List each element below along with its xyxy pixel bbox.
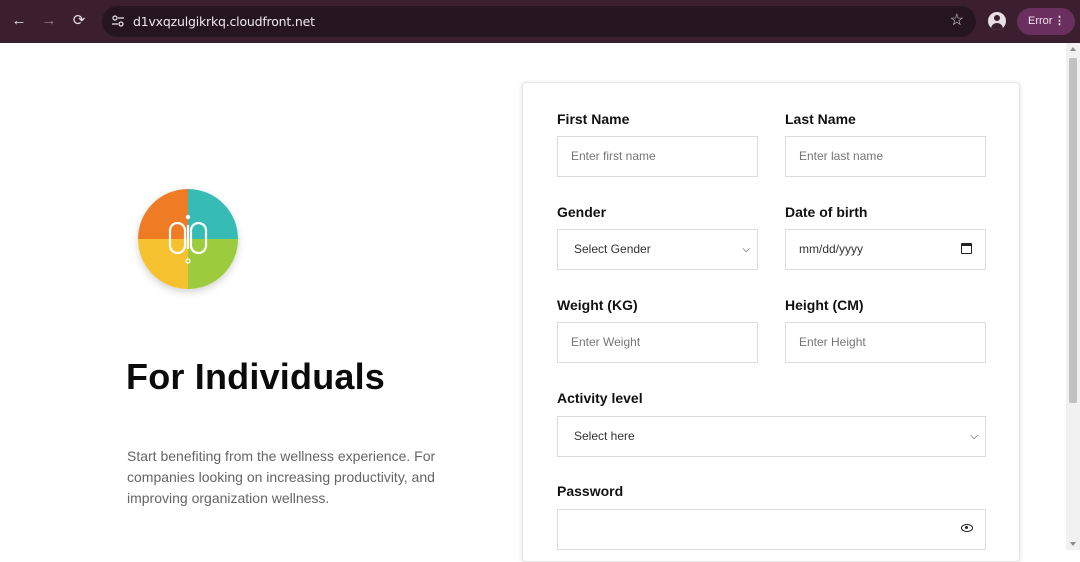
error-label: Error [1028,15,1053,27]
gender-select-value: Select Gender [574,242,651,256]
activity-level-label: Activity level [557,390,643,406]
dob-value: mm/dd/yyyy [799,242,864,256]
address-bar[interactable]: d1vxqzulgikrkq.cloudfront.net ☆ [102,6,976,37]
bookmark-star-icon[interactable]: ☆ [950,12,964,30]
chevron-down-icon: ⌵ [970,431,978,442]
password-label: Password [557,483,624,499]
forward-icon[interactable]: → [39,11,59,31]
error-button[interactable]: Error ⋮ [1017,8,1075,35]
gender-select[interactable]: Select Gender ⌵ [557,229,758,270]
scroll-thumb[interactable] [1069,58,1077,403]
vertical-scrollbar[interactable] [1066,43,1080,550]
calendar-icon[interactable] [961,243,972,254]
page-title: For Individuals [126,356,386,397]
dob-input[interactable]: mm/dd/yyyy [785,229,986,270]
first-name-input[interactable]: Enter first name [557,136,758,177]
back-icon[interactable]: ← [9,11,29,31]
height-label: Height (CM) [785,297,864,313]
password-input[interactable] [557,509,986,550]
browser-toolbar: ← → ⟳ d1vxqzulgikrkq.cloudfront.net ☆ Er… [0,0,1080,43]
gender-label: Gender [557,204,607,220]
signup-form: First Name Enter first name Last Name En… [522,82,1020,562]
profile-avatar-icon[interactable] [988,12,1006,30]
last-name-input[interactable]: Enter last name [785,136,986,177]
page-viewport: For Individuals Start benefiting from th… [0,43,1080,562]
height-input[interactable]: Enter Height [785,322,986,363]
hero-description: Start benefiting from the wellness exper… [127,448,436,506]
last-name-label: Last Name [785,111,856,127]
weight-label: Weight (KG) [557,297,638,313]
brand-logo [138,189,238,289]
scroll-up-arrow-icon[interactable] [1070,47,1076,51]
dob-label: Date of birth [785,204,868,220]
first-name-label: First Name [557,111,630,127]
menu-dots-icon: ⋮ [1054,15,1065,27]
chevron-down-icon: ⌵ [742,244,750,255]
scroll-down-arrow-icon[interactable] [1070,542,1076,546]
activity-level-value: Select here [574,429,635,443]
show-password-eye-icon[interactable] [961,524,973,532]
weight-input[interactable]: Enter Weight [557,322,758,363]
url-text[interactable]: d1vxqzulgikrkq.cloudfront.net [133,14,315,29]
site-info-icon[interactable] [111,14,125,28]
logo-graphic [138,189,238,289]
activity-level-select[interactable]: Select here ⌵ [557,416,986,457]
reload-icon[interactable]: ⟳ [69,11,89,31]
